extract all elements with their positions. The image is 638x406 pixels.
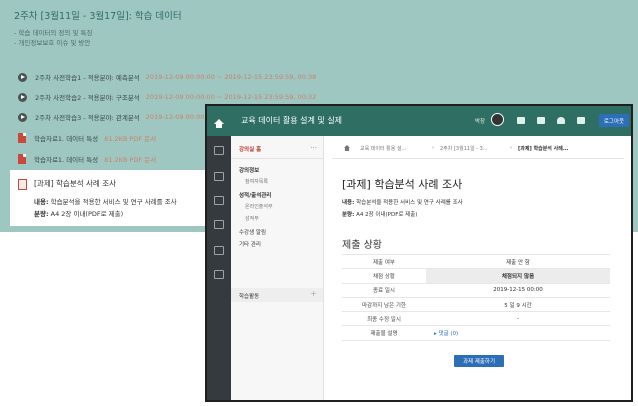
course-nav: 강의실 홈 ··· 강의정보 참여자목록 성적/출석관리 온라인출석부 성적부 … bbox=[231, 136, 324, 400]
file-meta: 81.2KB PDF 문서 bbox=[104, 156, 157, 164]
play-icon bbox=[18, 72, 27, 82]
row-value: 채점되지 않음 bbox=[426, 268, 610, 284]
play-icon bbox=[18, 92, 27, 102]
top-navbar: 교육 데이터 활용 설계 및 실제 박창 로그아웃 bbox=[207, 106, 631, 136]
nav-participants[interactable]: 참여자목록 bbox=[245, 178, 268, 185]
file-item[interactable]: 학습자료1. 데이터 특성 81.2KB PDF 문서 bbox=[18, 131, 156, 145]
home-icon bbox=[214, 118, 224, 128]
bell-icon[interactable] bbox=[557, 117, 565, 124]
pdf-icon bbox=[18, 133, 26, 143]
video-item[interactable]: 2주차 사전학습1 - 적용분야: 예측분석 2019-12-09 00:00:… bbox=[18, 70, 316, 84]
row-value: - bbox=[426, 311, 610, 327]
breadcrumb-chevron-icon: › bbox=[432, 145, 434, 151]
row-label: 최종 수정 일시 bbox=[342, 311, 426, 327]
message-icon[interactable] bbox=[214, 246, 224, 255]
submission-status-table: 제출 여부 제출 안 함 채점 상황 채점되지 않음 종료 일시 2019-12… bbox=[342, 253, 610, 341]
assignment-content: 내용: 학습분석을 적용한 서비스 및 연구 사례를 조사 bbox=[34, 198, 177, 206]
course-title[interactable]: 교육 데이터 활용 설계 및 실제 bbox=[241, 115, 342, 126]
pdf-icon bbox=[18, 154, 26, 164]
row-label: 제출 여부 bbox=[342, 253, 426, 270]
assignment-title[interactable]: [과제] 학습분석 사례 조사 bbox=[34, 178, 116, 189]
nav-learning-activities[interactable]: 학습활동 bbox=[239, 292, 259, 300]
nav-gradebook[interactable]: 성적부 bbox=[245, 215, 259, 222]
row-value: 제출 안 함 bbox=[426, 253, 610, 270]
board-icon[interactable] bbox=[214, 172, 224, 181]
calendar-icon[interactable] bbox=[214, 220, 224, 229]
home-button[interactable] bbox=[207, 106, 231, 136]
nav-divider bbox=[231, 158, 323, 159]
assignment-card[interactable]: [과제] 학습분석 사례 조사 내용: 학습분석을 적용한 서비스 및 연구 사… bbox=[10, 170, 205, 226]
assignment-window: 교육 데이터 활용 설계 및 실제 박창 로그아웃 강의실 홈 ··· 강의정보… bbox=[205, 104, 633, 402]
user-name: 박창 bbox=[475, 119, 486, 125]
video-title: 2주차 사전학습2 - 적용분야: 구조분석 bbox=[35, 94, 140, 102]
nav-course-home[interactable]: 강의실 홈 bbox=[239, 145, 261, 153]
nav-more[interactable]: ··· bbox=[310, 144, 317, 152]
dashboard-icon[interactable] bbox=[517, 117, 525, 124]
video-date: 2019-12-09 00:00:00 ~ 2019-12-15 23:59:5… bbox=[145, 73, 317, 81]
video-title: 2주차 사전학습3 - 적용분야: 관계분석 bbox=[35, 114, 140, 122]
nav-other-admin[interactable]: 기타 관리 bbox=[239, 240, 261, 248]
video-date: 2019-12-09 00:00:00 ~ 2019-12-15 23:59:5… bbox=[145, 93, 317, 101]
week-summary: - 학습 데이터의 정의 및 특징 - 개인정보보호 이슈 및 방안 bbox=[14, 28, 92, 48]
file-title: 학습자료1. 데이터 특성 bbox=[34, 135, 99, 143]
assignment-icon bbox=[18, 179, 27, 190]
file-item[interactable]: 학습자료1. 데이터 특성 81.2KB PDF 문서 bbox=[18, 152, 156, 166]
assignment-amount: 분량: A4 2장 이내(PDF로 제출) bbox=[342, 212, 418, 218]
video-title: 2주차 사전학습1 - 적용분야: 예측분석 bbox=[35, 74, 140, 82]
breadcrumb-week[interactable]: 2주차 [3월11일 - 3... bbox=[440, 145, 488, 152]
nav-course-info[interactable]: 강의정보 bbox=[239, 166, 259, 174]
main-content: 교육 데이터 활용 설... › 2주차 [3월11일 - 3... › [과제… bbox=[324, 136, 631, 400]
left-icon-bar bbox=[207, 136, 231, 400]
submit-assignment-button[interactable]: 과제 제출하기 bbox=[454, 355, 504, 367]
summary-bullet: - 개인정보보호 이슈 및 방안 bbox=[14, 39, 91, 47]
users-icon[interactable] bbox=[214, 146, 224, 155]
row-label: 제출물 설명 bbox=[342, 325, 426, 341]
file-meta: 81.2KB PDF 문서 bbox=[104, 135, 157, 143]
breadcrumb-home-icon[interactable] bbox=[344, 145, 350, 151]
table-row: 채점 상황 채점되지 않음 bbox=[342, 268, 610, 284]
summary-bullet: - 학습 데이터의 정의 및 특징 bbox=[14, 29, 93, 37]
comments-link[interactable]: ▸ 댓글 (0) bbox=[426, 325, 610, 341]
row-label: 채점 상황 bbox=[342, 268, 426, 284]
mail-icon[interactable] bbox=[577, 117, 585, 124]
expand-icon[interactable]: + bbox=[310, 289, 317, 298]
row-label: 종료 일시 bbox=[342, 283, 426, 298]
assignment-amount: 분량: A4 2장 이내(PDF로 제출) bbox=[34, 210, 124, 218]
week-title: 2주차 [3월11일 - 3월17일]: 학습 데이터 bbox=[14, 11, 182, 22]
breadcrumb-current: [과제] 학습분석 사례... bbox=[518, 146, 569, 152]
nav-online-attendance[interactable]: 온라인출석부 bbox=[245, 203, 273, 210]
table-row: 마감까지 남은 기한 5 일 9 시간 bbox=[342, 297, 610, 313]
video-item[interactable]: 2주차 사전학습2 - 적용분야: 구조분석 2019-12-09 00:00:… bbox=[18, 90, 316, 104]
breadcrumb: 교육 데이터 활용 설... › 2주차 [3월11일 - 3... › [과제… bbox=[324, 144, 624, 154]
breadcrumb-course[interactable]: 교육 데이터 활용 설... bbox=[360, 145, 406, 152]
book-icon[interactable] bbox=[214, 270, 224, 279]
grade-icon[interactable] bbox=[214, 196, 224, 205]
row-value: 5 일 9 시간 bbox=[426, 297, 610, 313]
file-title: 학습자료1. 데이터 특성 bbox=[34, 156, 99, 164]
table-row: 제출 여부 제출 안 함 bbox=[342, 253, 610, 270]
calendar-icon[interactable] bbox=[537, 117, 545, 124]
nav-student-alert[interactable]: 수강생 알림 bbox=[239, 228, 266, 236]
breadcrumb-divider bbox=[332, 158, 624, 159]
table-row: 종료 일시 2019-12-15 00:00 bbox=[342, 283, 610, 298]
section-title: 제출 상황 bbox=[342, 240, 382, 251]
logout-button[interactable]: 로그아웃 bbox=[599, 114, 629, 127]
table-row: 최종 수정 일시 - bbox=[342, 311, 610, 327]
breadcrumb-chevron-icon: › bbox=[510, 145, 512, 151]
assignment-content: 내용: 학습분석을 적용한 서비스 및 연구 사례를 조사 bbox=[342, 200, 463, 206]
table-row: 제출물 설명 ▸ 댓글 (0) bbox=[342, 325, 610, 341]
row-value: 2019-12-15 00:00 bbox=[426, 283, 610, 298]
avatar[interactable] bbox=[491, 113, 504, 126]
nav-grade-attendance[interactable]: 성적/출석관리 bbox=[239, 191, 271, 199]
row-label: 마감까지 남은 기한 bbox=[342, 297, 426, 313]
page-title: [과제] 학습분석 사례 조사 bbox=[342, 178, 463, 191]
play-icon bbox=[18, 112, 27, 122]
